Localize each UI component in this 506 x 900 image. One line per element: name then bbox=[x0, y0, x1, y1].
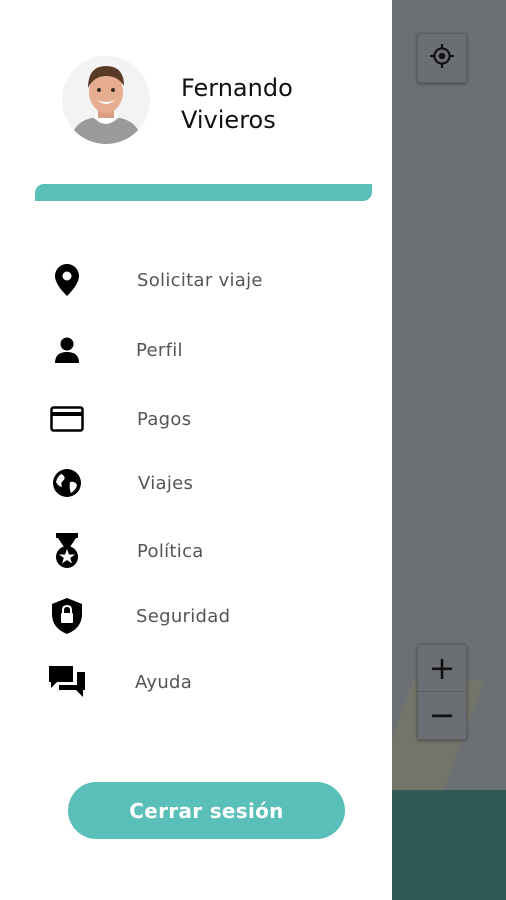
logout-button[interactable]: Cerrar sesión bbox=[68, 782, 345, 839]
menu-item-label: Seguridad bbox=[136, 605, 231, 627]
user-name: Fernando Vivieros bbox=[181, 72, 371, 136]
zoom-out-button[interactable]: − bbox=[418, 692, 466, 738]
menu-item-solicitar-viaje[interactable]: Solicitar viaje bbox=[0, 254, 392, 306]
crosshair-icon bbox=[429, 43, 455, 73]
user-first-name: Fernando bbox=[181, 74, 293, 102]
zoom-controls: + − bbox=[417, 644, 467, 740]
user-last-name: Vivieros bbox=[181, 106, 276, 134]
zoom-in-button[interactable]: + bbox=[418, 645, 466, 692]
bottom-sheet bbox=[392, 790, 506, 900]
shield-lock-icon bbox=[48, 597, 86, 635]
location-pin-icon bbox=[48, 261, 86, 299]
globe-icon bbox=[48, 464, 86, 502]
accent-divider bbox=[35, 184, 372, 201]
avatar[interactable] bbox=[62, 56, 150, 144]
credit-card-icon bbox=[48, 400, 86, 438]
my-location-button[interactable] bbox=[417, 33, 467, 83]
menu-item-label: Política bbox=[137, 540, 204, 562]
navigation-drawer: Fernando Vivieros Solicitar viaje Perfil… bbox=[0, 0, 392, 900]
menu-item-label: Viajes bbox=[138, 472, 194, 494]
menu-item-seguridad[interactable]: Seguridad bbox=[0, 590, 392, 642]
menu-item-label: Perfil bbox=[136, 339, 183, 361]
menu-item-pagos[interactable]: Pagos bbox=[0, 393, 392, 445]
person-icon bbox=[48, 331, 86, 369]
menu-item-label: Ayuda bbox=[135, 671, 193, 693]
chat-bubbles-icon bbox=[48, 663, 86, 701]
medal-icon bbox=[48, 532, 86, 570]
menu-item-perfil[interactable]: Perfil bbox=[0, 324, 392, 376]
menu-item-viajes[interactable]: Viajes bbox=[0, 457, 392, 509]
menu-item-label: Solicitar viaje bbox=[137, 269, 263, 291]
menu-item-label: Pagos bbox=[137, 408, 192, 430]
menu-item-politica[interactable]: Política bbox=[0, 525, 392, 577]
menu-item-ayuda[interactable]: Ayuda bbox=[0, 656, 392, 708]
